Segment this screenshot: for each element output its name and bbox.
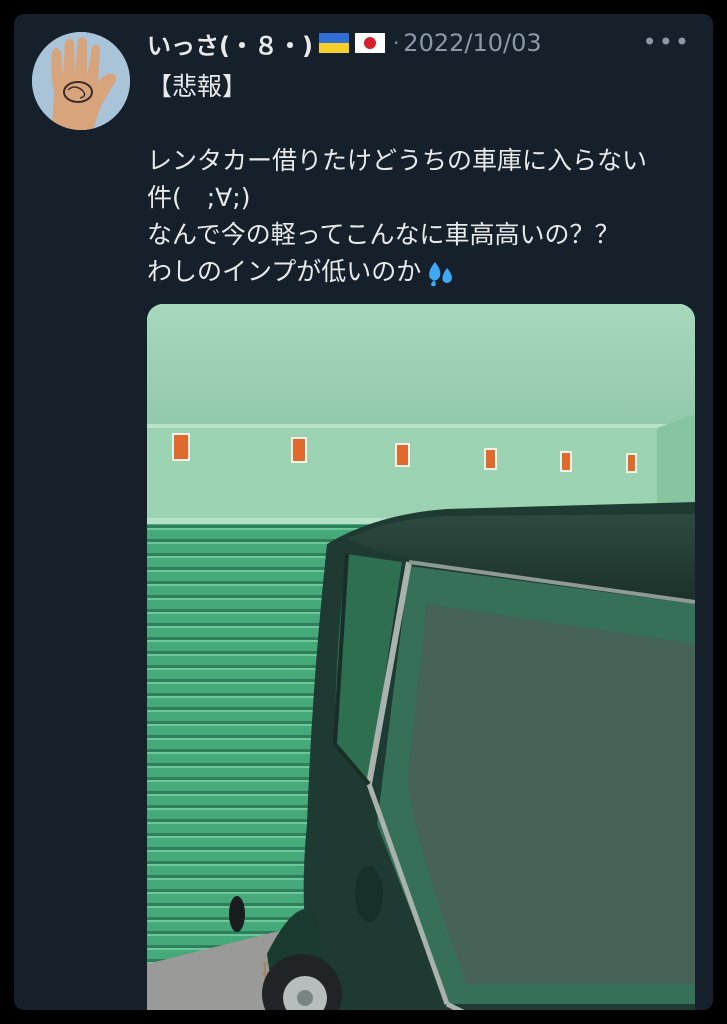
garage-car-photo <box>147 304 695 1010</box>
tweet-body-line: 件( ;∀;) <box>147 183 251 212</box>
tweet-body-line: なんで今の軽ってこんなに車高高いの？？ <box>147 220 620 249</box>
tweet-header: いっさ(・８・) · 2022/10/03 ••• <box>147 26 693 60</box>
header-separator: · <box>392 31 400 55</box>
avatar[interactable] <box>32 32 130 130</box>
tweet-photo[interactable] <box>147 304 695 1010</box>
japan-flag-icon <box>354 33 385 53</box>
sweat-droplets-icon <box>429 262 453 287</box>
tweet-title-line: 【悲報】 <box>147 72 248 101</box>
tweet-date[interactable]: 2022/10/03 <box>403 29 541 57</box>
tweet-body-line: レンタカー借りたけどうちの車庫に入らない <box>147 146 648 175</box>
tweet-card[interactable]: いっさ(・８・) · 2022/10/03 ••• 【悲報】 レンタカー借りたけ… <box>14 14 713 1010</box>
ukraine-flag-icon <box>318 33 349 53</box>
tweet-body-line-last: わしのインプが低いのか <box>147 253 707 290</box>
tweet-text: 【悲報】 レンタカー借りたけどうちの車庫に入らない 件( ;∀;) なんで今の軽… <box>147 68 707 290</box>
avatar-hand-image <box>32 32 130 130</box>
more-options-icon[interactable]: ••• <box>643 28 691 56</box>
tweet-body-text: わしのインプが低いのか <box>147 257 422 286</box>
display-name[interactable]: いっさ(・８・) <box>147 26 313 61</box>
